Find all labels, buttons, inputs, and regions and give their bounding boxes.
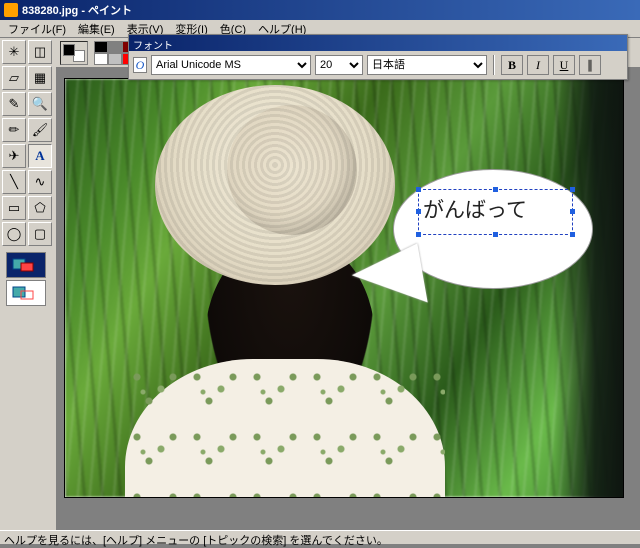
toolbar-divider <box>493 55 495 75</box>
tool-rounded-rect[interactable]: ▢ <box>28 222 52 246</box>
text-opaque-option[interactable] <box>6 252 46 278</box>
underline-button[interactable]: U <box>553 55 575 75</box>
tool-magnifier[interactable]: 🔍 <box>28 92 52 116</box>
tool-ellipse[interactable]: ◯ <box>2 222 26 246</box>
tool-rectangle[interactable]: ▭ <box>2 196 26 220</box>
font-family-select[interactable]: Arial Unicode MS <box>151 55 311 75</box>
font-toolbar-title: フォント <box>129 35 627 51</box>
toolbox: ✳◫▱▦✎🔍✏🖌✈A╲∿▭⬠◯▢ <box>0 38 56 530</box>
tool-line[interactable]: ╲ <box>2 170 26 194</box>
resize-handle[interactable] <box>570 209 575 214</box>
canvas[interactable]: がんばって <box>64 78 624 498</box>
menu-edit[interactable]: 編集(E) <box>72 20 121 38</box>
tool-brush[interactable]: 🖌 <box>28 118 52 142</box>
tool-eyedropper[interactable]: ✎ <box>2 92 26 116</box>
color-swatch[interactable] <box>94 53 108 65</box>
workspace: ✳◫▱▦✎🔍✏🖌✈A╲∿▭⬠◯▢ <box>0 38 640 530</box>
app-icon <box>4 3 18 17</box>
resize-handle[interactable] <box>416 187 421 192</box>
bubble-tail <box>348 243 427 314</box>
fg-bg-colors[interactable] <box>60 41 88 65</box>
canvas-area: がんばって <box>56 38 640 530</box>
window-title: 838280.jpg - ペイント <box>22 2 132 18</box>
text-transparent-option[interactable] <box>6 280 46 306</box>
resize-handle[interactable] <box>416 209 421 214</box>
font-toolbar[interactable]: フォント O Arial Unicode MS 20 日本語 B I U ∥ <box>128 34 628 80</box>
tool-polygon[interactable]: ⬠ <box>28 196 52 220</box>
font-charset-select[interactable]: 日本語 <box>367 55 487 75</box>
font-size-select[interactable]: 20 <box>315 55 363 75</box>
font-preview-icon: O <box>133 57 147 73</box>
vertical-text-button[interactable]: ∥ <box>579 55 601 75</box>
text-edit-content: がんばって <box>423 194 527 224</box>
title-bar: 838280.jpg - ペイント <box>0 0 640 20</box>
resize-handle[interactable] <box>493 187 498 192</box>
color-swatch[interactable] <box>94 41 108 53</box>
italic-button[interactable]: I <box>527 55 549 75</box>
tool-rect-select[interactable]: ◫ <box>28 40 52 64</box>
tool-text[interactable]: A <box>28 144 52 168</box>
menu-file[interactable]: ファイル(F) <box>2 20 72 38</box>
tool-free-select[interactable]: ✳ <box>2 40 26 64</box>
color-swatch[interactable] <box>108 41 122 53</box>
resize-handle[interactable] <box>570 232 575 237</box>
photo-shoulder <box>125 359 445 498</box>
text-edit-box[interactable]: がんばって <box>418 189 573 235</box>
tool-curve[interactable]: ∿ <box>28 170 52 194</box>
resize-handle[interactable] <box>570 187 575 192</box>
tool-airbrush[interactable]: ✈ <box>2 144 26 168</box>
tool-options <box>2 252 50 306</box>
resize-handle[interactable] <box>493 232 498 237</box>
resize-handle[interactable] <box>416 232 421 237</box>
status-bar: ヘルプを見るには、[ヘルプ] メニューの [トピックの検索] を選んでください。 <box>0 530 640 544</box>
tool-eraser[interactable]: ▱ <box>2 66 26 90</box>
tool-fill[interactable]: ▦ <box>28 66 52 90</box>
tool-pencil[interactable]: ✏ <box>2 118 26 142</box>
color-swatch[interactable] <box>108 53 122 65</box>
bold-button[interactable]: B <box>501 55 523 75</box>
fg-color <box>63 44 75 56</box>
